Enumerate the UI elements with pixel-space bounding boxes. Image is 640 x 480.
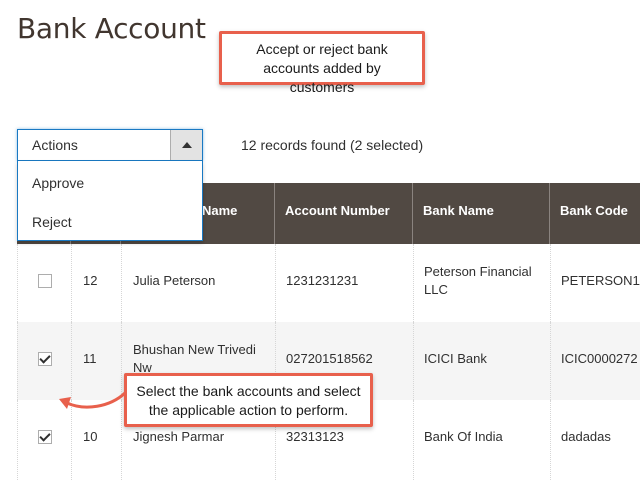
menu-item-reject[interactable]: Reject — [32, 214, 72, 230]
row-bank-code: dadadas — [561, 429, 611, 444]
callout-line: Select the bank accounts and select — [136, 383, 361, 399]
table-row: 12 Julia Peterson 1231231231 Peterson Fi… — [17, 244, 640, 322]
row-name: Julia Peterson — [133, 273, 216, 288]
callout-line: Accept or reject bank — [256, 41, 388, 57]
row-name-line: Bhushan New Trivedi — [133, 342, 256, 357]
row-id: 10 — [83, 429, 98, 444]
row-account-number: 32313123 — [286, 429, 344, 444]
callout-select-rows: Select the bank accounts and select the … — [124, 373, 373, 427]
callout-line: accounts added by customers — [263, 60, 381, 95]
callout-approve-reject: Accept or reject bank accounts added by … — [219, 31, 425, 95]
actions-label: Actions — [32, 137, 78, 153]
page-title: Bank Account — [17, 12, 206, 45]
row-name: Jignesh Parmar — [133, 429, 225, 444]
row-account-number: 1231231231 — [286, 273, 359, 288]
column-header-bank-name[interactable]: Bank Name — [412, 183, 549, 244]
column-header-account-number[interactable]: Account Number — [274, 183, 412, 244]
row-bank-name-line: LLC — [424, 282, 448, 297]
actions-menu: Approve Reject — [17, 161, 203, 241]
row-bank-name: ICICI Bank — [424, 351, 487, 366]
menu-item-approve[interactable]: Approve — [32, 175, 84, 191]
row-checkbox[interactable] — [38, 430, 52, 444]
row-id: 11 — [83, 351, 97, 366]
row-name: Bhushan New Trivedi Nw — [133, 341, 271, 377]
row-id: 12 — [83, 273, 98, 288]
row-account-number: 027201518562 — [286, 351, 373, 366]
row-checkbox[interactable] — [38, 274, 52, 288]
actions-dropdown[interactable]: Actions — [17, 129, 203, 161]
callout-arrow-icon — [59, 391, 127, 409]
row-bank-code: PETERSON11 — [561, 273, 640, 288]
row-checkbox[interactable] — [38, 352, 52, 366]
records-count: 12 records found (2 selected) — [241, 137, 424, 153]
column-header-bank-code[interactable]: Bank Code — [549, 183, 640, 244]
chevron-up-icon[interactable] — [170, 130, 202, 160]
row-bank-name: Peterson Financial LLC — [424, 263, 544, 299]
callout-line: the applicable action to perform. — [148, 402, 349, 418]
row-bank-code: ICIC0000272 — [561, 351, 638, 366]
row-bank-name-line: Peterson Financial — [424, 264, 532, 279]
row-bank-name: Bank Of India — [424, 429, 503, 444]
